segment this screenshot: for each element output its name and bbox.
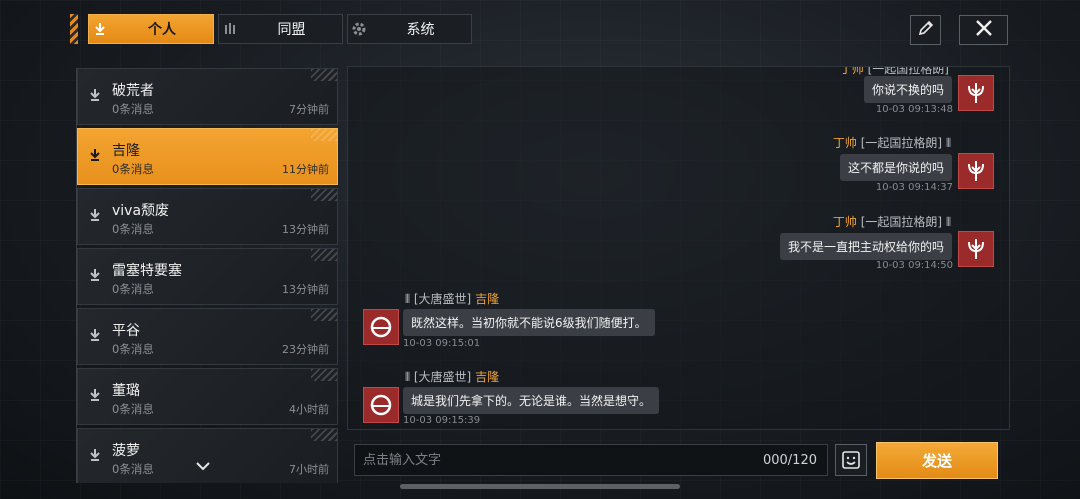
- conversation-item[interactable]: 董璐 0条消息 4小时前: [77, 368, 338, 425]
- gear-icon: [348, 15, 370, 43]
- message-count: 0条消息: [112, 222, 154, 236]
- conversation-name: 平谷: [112, 323, 140, 339]
- sender-guild: [一起国拉格朗]: [860, 215, 943, 229]
- avatar[interactable]: [363, 309, 399, 345]
- send-button[interactable]: 发送: [876, 442, 998, 479]
- person-pin-icon: [88, 148, 106, 166]
- tab-personal-label: 个人: [148, 22, 176, 38]
- person-pin-icon: [89, 15, 111, 43]
- alliance-icon: ⫴: [945, 215, 951, 229]
- message-bubble: 这不都是你说的吗: [839, 154, 952, 181]
- message-sender: ⫴ [大唐盛世] 吉隆: [405, 290, 499, 307]
- message-input-bar: 000/120: [354, 444, 828, 476]
- sender-name: 丁帅: [839, 66, 864, 76]
- message-bubble: 既然这样。当初你就不能说6级我们随便打。: [403, 309, 655, 336]
- conversation-list: 破荒者 0条消息 7分钟前 吉隆 0条消息 11分钟前 viva颓废 0条消息 …: [76, 68, 338, 483]
- person-pin-icon: [88, 328, 106, 346]
- person-pin-icon: [88, 268, 106, 286]
- chat-panel: 丁帅 [一起国拉格朗] 你说不换的吗 10-03 09:13:48 丁帅 [一起…: [347, 66, 1010, 430]
- top-bar: 个人 同盟 系统: [70, 14, 1010, 45]
- ring-emblem-icon: [370, 394, 392, 416]
- sender-guild: [大唐盛世]: [413, 292, 472, 306]
- sender-guild: [大唐盛世]: [413, 370, 472, 384]
- sender-name: 吉隆: [475, 370, 500, 384]
- message-sender: 丁帅 [一起国拉格朗] ⫴: [833, 134, 951, 151]
- message-bubble: 我不是一直把主动权给你的吗: [779, 233, 952, 260]
- conversation-item[interactable]: 雷塞特要塞 0条消息 13分钟前: [77, 248, 338, 305]
- conversation-item-selected[interactable]: 吉隆 0条消息 11分钟前: [77, 128, 338, 185]
- message-sender: 丁帅 [一起国拉格朗] ⫴: [833, 213, 951, 230]
- conversation-item[interactable]: 平谷 0条消息 23分钟前: [77, 308, 338, 365]
- message-count: 0条消息: [112, 282, 154, 296]
- send-button-label: 发送: [921, 452, 952, 470]
- trident-emblem-icon: [968, 239, 984, 259]
- conversation-name: 吉隆: [112, 143, 140, 159]
- person-pin-icon: [88, 448, 106, 466]
- avatar[interactable]: [958, 153, 994, 189]
- message-input[interactable]: [363, 445, 753, 475]
- avatar[interactable]: [958, 75, 994, 111]
- trident-emblem-icon: [968, 83, 984, 103]
- person-pin-icon: [88, 388, 106, 406]
- alliance-icon: [219, 15, 241, 43]
- sender-name: 吉隆: [475, 292, 500, 306]
- conversation-time: 7分钟前: [289, 103, 329, 116]
- message-bubble: 城是我们先拿下的。无论是谁。当然是想守。: [403, 387, 660, 414]
- conversation-item[interactable]: 破荒者 0条消息 7分钟前: [77, 68, 338, 125]
- conversation-item[interactable]: viva颓废 0条消息 13分钟前: [77, 188, 338, 245]
- message-count: 0条消息: [112, 462, 154, 476]
- tab-alliance[interactable]: 同盟: [218, 14, 343, 44]
- alliance-icon: ⫴: [405, 370, 411, 384]
- pencil-icon: [917, 19, 935, 41]
- conversation-time: 11分钟前: [282, 163, 329, 176]
- emoji-icon: [842, 451, 860, 469]
- message-count: 0条消息: [112, 102, 154, 116]
- char-counter: 000/120: [762, 453, 817, 468]
- conversation-name: 菠萝: [112, 443, 140, 459]
- trident-emblem-icon: [968, 161, 984, 181]
- conversation-name: 破荒者: [112, 83, 154, 99]
- sender-name: 丁帅: [832, 215, 857, 229]
- message-timestamp: 10-03 09:13:48: [875, 104, 953, 115]
- message-sender: ⫴ [大唐盛世] 吉隆: [405, 368, 499, 385]
- stripe-accent: [70, 14, 78, 44]
- alliance-icon: ⫴: [405, 292, 411, 306]
- person-pin-icon: [88, 208, 106, 226]
- conversation-name: 董璐: [112, 383, 140, 399]
- conversation-time: 23分钟前: [282, 343, 329, 356]
- tab-personal[interactable]: 个人: [88, 14, 214, 44]
- message-timestamp: 10-03 09:14:50: [875, 260, 953, 271]
- message-bubble: 你说不换的吗: [863, 76, 952, 103]
- sender-name: 丁帅: [832, 136, 857, 150]
- ring-emblem-icon: [370, 316, 392, 338]
- scroll-down-chevron-icon[interactable]: [195, 459, 211, 475]
- message-timestamp: 10-03 09:14:37: [875, 182, 953, 193]
- edit-button[interactable]: [910, 15, 941, 45]
- avatar[interactable]: [958, 231, 994, 267]
- message-count: 0条消息: [112, 342, 154, 356]
- conversation-time: 7小时前: [289, 463, 329, 476]
- person-pin-icon: [88, 88, 106, 106]
- tab-system-label: 系统: [406, 22, 435, 38]
- close-button[interactable]: [959, 15, 1008, 45]
- message-timestamp: 10-03 09:15:39: [403, 415, 481, 426]
- conversation-name: 雷塞特要塞: [112, 263, 182, 279]
- horizontal-scrollbar[interactable]: [400, 484, 680, 489]
- conversation-name: viva颓废: [112, 203, 170, 219]
- sender-guild: [一起国拉格朗]: [867, 66, 949, 76]
- message-count: 0条消息: [112, 162, 154, 176]
- emoji-button[interactable]: [835, 444, 867, 476]
- conversation-time: 13分钟前: [282, 223, 329, 236]
- message-count: 0条消息: [112, 402, 154, 416]
- conversation-time: 13分钟前: [282, 283, 329, 296]
- avatar[interactable]: [363, 387, 399, 423]
- conversation-time: 4小时前: [289, 403, 329, 416]
- alliance-icon: ⫴: [945, 136, 951, 150]
- message-timestamp: 10-03 09:15:01: [403, 338, 481, 349]
- close-icon: [974, 18, 994, 42]
- tab-alliance-label: 同盟: [277, 22, 306, 38]
- sender-guild: [一起国拉格朗]: [860, 136, 943, 150]
- tab-system[interactable]: 系统: [347, 14, 472, 44]
